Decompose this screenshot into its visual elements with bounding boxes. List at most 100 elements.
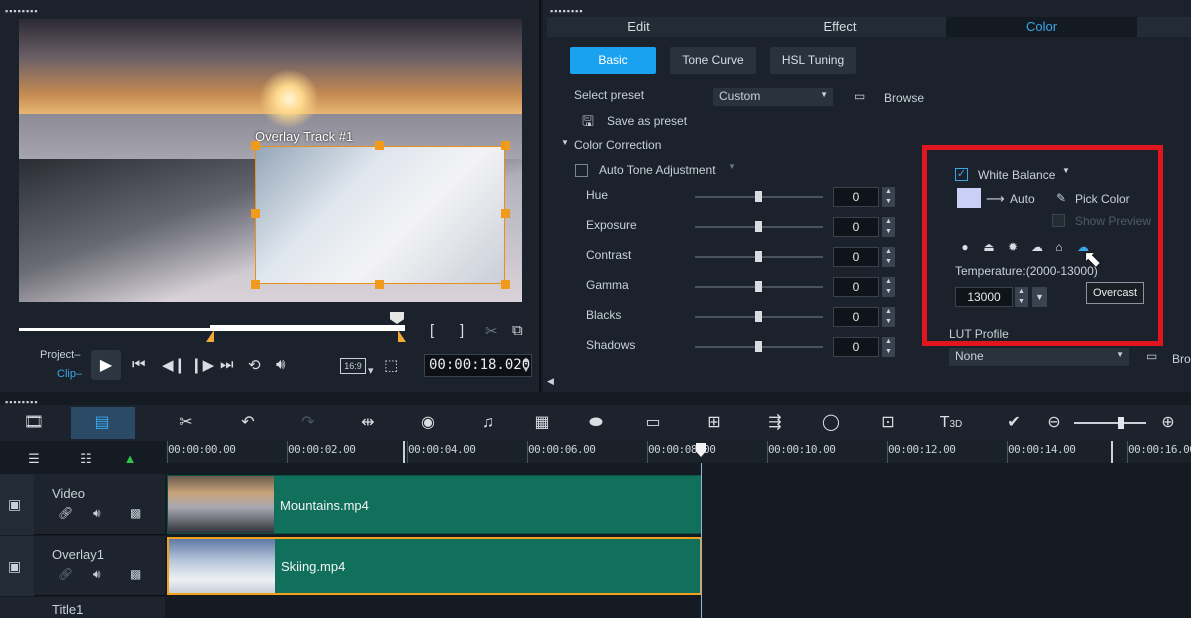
temperature-input[interactable]: 13000	[955, 287, 1013, 307]
slider-value[interactable]: 0	[833, 277, 879, 297]
sun-icon[interactable]: ✹	[1006, 240, 1020, 254]
tab-edit[interactable]: Edit	[547, 17, 730, 37]
tab-tone-curve[interactable]: Tone Curve	[670, 47, 756, 74]
auto-music-icon[interactable]: ▦	[530, 411, 554, 435]
repeat-icon[interactable]: ⟲	[248, 356, 261, 374]
timecode-display[interactable]: 00:00:18.020	[424, 354, 532, 377]
skip-end-icon[interactable]: ⏭	[220, 356, 234, 373]
save-icon[interactable]: 🖫︎	[582, 111, 594, 135]
redo-icon[interactable]: ↷	[296, 411, 320, 435]
slider-spinner[interactable]: ▲ ▼	[882, 337, 895, 357]
slider-knob[interactable]	[755, 221, 762, 232]
volume-icon[interactable]: 🔊︎	[276, 356, 285, 373]
volume-icon[interactable]: 🔊︎	[93, 567, 101, 582]
play-button[interactable]: ▶	[91, 350, 121, 380]
resize-handle[interactable]	[375, 141, 384, 150]
sound-mixer-icon[interactable]: ♫	[476, 411, 500, 435]
track-manager-icon[interactable]: ☰	[22, 447, 46, 471]
slider-value[interactable]: 0	[833, 187, 879, 207]
ripple-edit-icon[interactable]: ▲	[118, 447, 142, 471]
tab-effect[interactable]: Effect	[748, 17, 932, 37]
next-frame-icon[interactable]: ❙▶	[190, 356, 214, 374]
mark-out-button[interactable]: ]	[460, 322, 464, 339]
slider-value[interactable]: 0	[833, 247, 879, 267]
eyedropper-icon[interactable]: ✎	[1056, 191, 1066, 205]
subtitle-editor-icon[interactable]: ▭	[641, 411, 665, 435]
record-capture-icon[interactable]: ◉	[416, 411, 440, 435]
pan-zoom-icon[interactable]: ⊡	[876, 411, 900, 435]
volume-icon[interactable]: 🔊︎	[93, 506, 101, 521]
slider-knob[interactable]	[755, 251, 762, 262]
resize-handle[interactable]	[251, 209, 260, 218]
slider-value[interactable]: 0	[833, 337, 879, 357]
chevron-down-icon[interactable]: ▼	[1062, 166, 1070, 175]
tools-icon[interactable]: ✂	[174, 411, 198, 435]
pick-color-button[interactable]: Pick Color	[1075, 192, 1130, 206]
slider-spinner[interactable]: ▲ ▼	[882, 307, 895, 327]
mask-creator-icon[interactable]: ⬬	[584, 411, 608, 435]
motion-tracking-icon[interactable]: ⇶	[763, 411, 787, 435]
slider-spinner[interactable]: ▲ ▼	[882, 187, 895, 207]
candle-icon[interactable]: ●	[958, 240, 972, 254]
overlay-clip-frame[interactable]	[255, 146, 505, 284]
slider-knob[interactable]	[755, 341, 762, 352]
slider-value[interactable]: 0	[833, 217, 879, 237]
slider-knob[interactable]	[755, 311, 762, 322]
mark-in-button[interactable]: [	[430, 322, 434, 339]
browse-button[interactable]: Browse	[884, 91, 924, 105]
slider-spinner[interactable]: ▲ ▼	[882, 277, 895, 297]
chevron-down-icon[interactable]: ▾	[368, 364, 374, 377]
aspect-ratio-button[interactable]: 16:9	[340, 358, 366, 374]
scissors-icon[interactable]: ✂	[485, 322, 498, 340]
resize-handle[interactable]	[251, 141, 260, 150]
panel-collapse-icon[interactable]: ◀	[547, 376, 554, 387]
multi-camera-icon[interactable]: ⊞	[702, 411, 726, 435]
show-preview-checkbox[interactable]	[1052, 214, 1065, 227]
skip-start-icon[interactable]: ⏮	[132, 356, 146, 373]
temperature-spinner[interactable]: ▲ ▼	[1015, 287, 1028, 307]
slider-knob[interactable]	[755, 191, 762, 202]
overlay-clip[interactable]: Skiing.mp4	[167, 537, 702, 595]
chevron-down-icon[interactable]: ▼	[728, 162, 736, 171]
prev-frame-icon[interactable]: ◀❙	[162, 356, 186, 374]
zoom-in-icon[interactable]: ⊕	[1156, 411, 1180, 435]
zoom-slider-knob[interactable]	[1118, 417, 1124, 429]
auto-tone-checkbox[interactable]	[575, 164, 588, 177]
color-swatch[interactable]	[957, 188, 981, 208]
add-track-icon[interactable]: ☷	[74, 447, 98, 471]
lut-browse-button[interactable]: Bro	[1172, 352, 1191, 366]
storyboard-view-icon[interactable]: 🎞︎	[22, 411, 46, 435]
preview-window[interactable]: Overlay Track #1	[19, 19, 522, 302]
link-icon[interactable]: 🔗︎	[58, 567, 73, 581]
undo-icon[interactable]: ↶	[236, 411, 260, 435]
resize-mode-icon[interactable]: ⬚	[384, 356, 398, 374]
timecode-spinner[interactable]: ▲ ▼	[522, 355, 530, 375]
fit-timeline-icon[interactable]: ⇹	[356, 411, 380, 435]
snapshot-icon[interactable]: ⧉	[512, 322, 523, 339]
white-balance-checkbox[interactable]: ✓	[955, 168, 968, 181]
lamp-icon[interactable]: ⏏	[982, 240, 996, 254]
smart-proxy-icon[interactable]: ✔	[1002, 411, 1026, 435]
temperature-dropdown[interactable]: ▼	[1032, 287, 1047, 307]
panel-grip-icon[interactable]: ▪▪▪▪▪▪▪▪	[5, 6, 39, 16]
resize-handle[interactable]	[501, 209, 510, 218]
slider-value[interactable]: 0	[833, 307, 879, 327]
timeline-view-icon[interactable]: ▤	[90, 411, 114, 435]
resize-handle[interactable]	[501, 141, 510, 150]
mode-clip-label[interactable]: Clip–	[57, 368, 82, 380]
collapse-icon[interactable]: ▼	[561, 138, 569, 147]
video-clip[interactable]: Mountains.mp4	[167, 475, 702, 534]
slider-knob[interactable]	[755, 281, 762, 292]
browse-icon[interactable]: ▭	[1146, 349, 1157, 363]
shade-icon[interactable]: ⌂	[1052, 240, 1066, 254]
checker-icon[interactable]: ▩	[130, 506, 141, 520]
slider-spinner[interactable]: ▲ ▼	[882, 217, 895, 237]
resize-handle[interactable]	[501, 280, 510, 289]
resize-handle[interactable]	[251, 280, 260, 289]
slider-spinner[interactable]: ▲ ▼	[882, 247, 895, 267]
resize-handle[interactable]	[375, 280, 384, 289]
tab-basic[interactable]: Basic	[570, 47, 656, 74]
cloud-icon[interactable]: ☁	[1030, 240, 1044, 254]
preset-dropdown[interactable]: Custom	[713, 88, 833, 106]
checker-icon[interactable]: ▩	[130, 567, 141, 581]
